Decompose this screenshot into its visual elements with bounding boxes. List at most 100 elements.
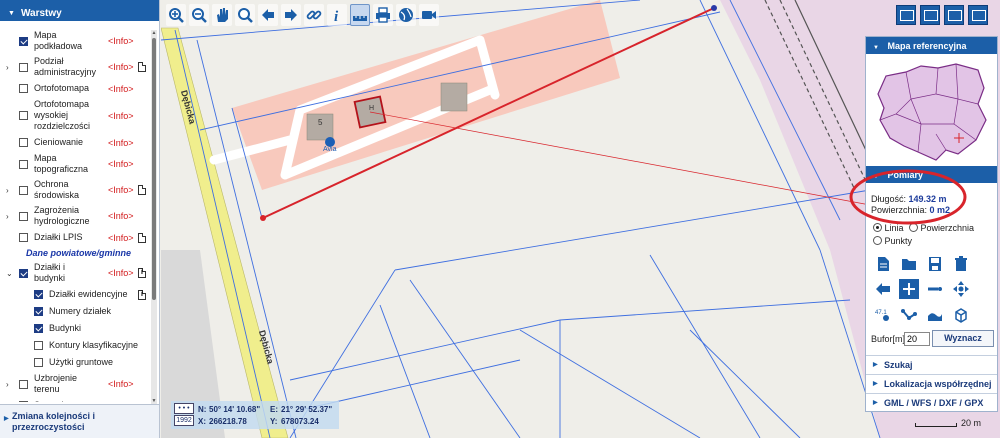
layer-checkbox[interactable] — [19, 62, 28, 72]
profile-button[interactable] — [925, 305, 945, 325]
layer-info-link[interactable]: <Info> — [108, 233, 134, 243]
sublayer-checkbox[interactable] — [34, 324, 43, 333]
layers-panel-header[interactable]: ▼ Warstwy — [0, 0, 159, 21]
layer-checkbox[interactable] — [19, 233, 28, 242]
layer-checkbox[interactable] — [19, 84, 28, 93]
sublayer-checkbox[interactable] — [34, 358, 43, 367]
open-measure-button[interactable] — [899, 254, 919, 274]
layer-row[interactable]: › Ochrona środowiska <Info> — [0, 179, 151, 201]
layer-checkbox[interactable] — [19, 111, 28, 120]
undo-vertex-button[interactable] — [873, 279, 893, 299]
legend-document-icon[interactable] — [138, 62, 146, 72]
coord-system-icon[interactable]: • • • — [174, 403, 194, 414]
layer-row[interactable]: Mapa podkładowa <Info> — [0, 30, 151, 52]
layer-checkbox[interactable] — [19, 159, 28, 169]
mode-points-radio[interactable] — [873, 236, 882, 245]
layer-checkbox[interactable] — [19, 379, 28, 389]
layer-row[interactable]: Sytuacja <Info> — [0, 399, 151, 402]
reference-map[interactable] — [866, 54, 997, 166]
layout-split-button[interactable] — [920, 5, 940, 25]
print-button[interactable] — [373, 4, 393, 26]
layer-order-button[interactable]: ▶ Zmiana kolejności i przezroczystości — [0, 404, 159, 438]
expand-chevron-icon[interactable]: ⌄ — [6, 269, 14, 278]
layer-info-link[interactable]: <Info> — [108, 111, 134, 121]
remove-vertex-button[interactable] — [925, 279, 945, 299]
mode-points-option[interactable]: Punkty — [873, 236, 912, 246]
add-vertex-button[interactable] — [899, 279, 919, 299]
pan-button[interactable] — [212, 4, 232, 26]
layout-right-button[interactable] — [968, 5, 988, 25]
volume-button[interactable] — [951, 305, 971, 325]
delete-measure-button[interactable] — [951, 254, 971, 274]
scroll-up-icon[interactable]: ▲ — [151, 30, 157, 36]
layer-row[interactable]: › Zagrożenia hydrologiczne <Info> — [0, 205, 151, 227]
sublayer-row[interactable]: Działki ewidencyjne — [0, 288, 151, 301]
layer-info-link[interactable]: <Info> — [108, 401, 134, 403]
expand-chevron-icon[interactable]: › — [6, 380, 14, 389]
expand-chevron-icon[interactable]: › — [6, 212, 14, 221]
gml-export-section[interactable]: ▶ GML / WFS / DXF / GPX — [866, 393, 997, 411]
layer-checkbox[interactable] — [19, 138, 28, 147]
next-view-button[interactable] — [281, 4, 301, 26]
layer-row[interactable]: › Uzbrojenie terenu <Info> — [0, 373, 151, 395]
previous-view-button[interactable] — [258, 4, 278, 26]
layer-row[interactable]: Ortofotomapa wysokiej rozdzielczości <Inf… — [0, 99, 151, 132]
layer-info-link[interactable]: <Info> — [108, 211, 134, 221]
legend-info-icon[interactable] — [138, 289, 146, 300]
layer-checkbox[interactable] — [19, 211, 28, 221]
sublayer-checkbox[interactable] — [34, 307, 43, 316]
sublayer-row[interactable]: Kontury klasyfikacyjne — [0, 339, 151, 352]
layer-info-link[interactable]: <Info> — [108, 36, 134, 46]
expand-chevron-icon[interactable]: › — [6, 186, 14, 195]
layer-info-link[interactable]: <Info> — [108, 379, 134, 389]
buffer-input[interactable] — [904, 332, 930, 346]
sublayer-row[interactable]: Użytki gruntowe — [0, 356, 151, 369]
info-button[interactable]: i — [327, 4, 347, 26]
layer-info-link[interactable]: <Info> — [108, 268, 134, 278]
layer-row[interactable]: Działki LPIS <Info> — [0, 231, 151, 244]
coordinate-point-button[interactable]: 47.1 — [873, 305, 893, 325]
layer-row[interactable]: Mapa topograficzna <Info> — [0, 153, 151, 175]
compute-buffer-button[interactable]: Wyznacz — [932, 330, 994, 347]
sublayer-checkbox[interactable] — [34, 290, 43, 299]
zoom-in-button[interactable] — [166, 4, 186, 26]
legend-document-icon[interactable] — [138, 232, 146, 243]
legend-document-icon[interactable] — [138, 185, 146, 195]
street-view-button[interactable] — [419, 4, 439, 26]
sublayer-row[interactable]: Numery działek — [0, 305, 151, 318]
layer-row[interactable]: › Podział administracyjny <Info> — [0, 56, 151, 78]
move-vertex-button[interactable] — [951, 279, 971, 299]
layer-checkbox[interactable] — [19, 268, 28, 278]
layout-full-button[interactable] — [896, 5, 916, 25]
search-section[interactable]: ▶ Szukaj — [866, 355, 997, 373]
polyline-button[interactable] — [899, 305, 919, 325]
layer-row[interactable]: Cieniowanie <Info> — [0, 136, 151, 149]
zoom-extent-button[interactable] — [235, 4, 255, 26]
layer-checkbox[interactable] — [19, 36, 28, 46]
layer-row[interactable]: Ortofotomapa <Info> — [0, 82, 151, 95]
expand-chevron-icon[interactable]: › — [6, 63, 14, 72]
layer-checkbox[interactable] — [19, 185, 28, 195]
layer-info-link[interactable]: <Info> — [108, 159, 134, 169]
ref-map-header[interactable]: ▼ Mapa referencyjna — [866, 37, 997, 54]
measure-button[interactable] — [350, 4, 370, 26]
globe-button[interactable] — [396, 4, 416, 26]
layer-info-link[interactable]: <Info> — [108, 84, 134, 94]
layer-info-link[interactable]: <Info> — [108, 62, 134, 72]
layer-checkbox[interactable] — [19, 401, 28, 402]
layer-row[interactable]: ⌄ Działki i budynki <Info> — [0, 262, 151, 284]
layout-export-button[interactable] — [944, 5, 964, 25]
save-measure-button[interactable] — [925, 254, 945, 274]
layer-list-scrollbar[interactable]: ▲ ▼ — [151, 30, 157, 404]
sublayer-checkbox[interactable] — [34, 341, 43, 350]
scrollbar-thumb[interactable] — [152, 38, 156, 300]
zoom-out-button[interactable] — [189, 4, 209, 26]
sublayer-row[interactable]: Budynki — [0, 322, 151, 335]
new-measure-button[interactable] — [873, 254, 893, 274]
link-button[interactable] — [304, 4, 324, 26]
legend-info-icon[interactable] — [138, 268, 146, 278]
layer-info-link[interactable]: <Info> — [108, 185, 134, 195]
coordinate-location-section[interactable]: ▶ Lokalizacja współrzędnej — [866, 374, 997, 392]
layer-info-link[interactable]: <Info> — [108, 138, 134, 148]
epsg-box[interactable]: 1992 — [174, 415, 194, 426]
